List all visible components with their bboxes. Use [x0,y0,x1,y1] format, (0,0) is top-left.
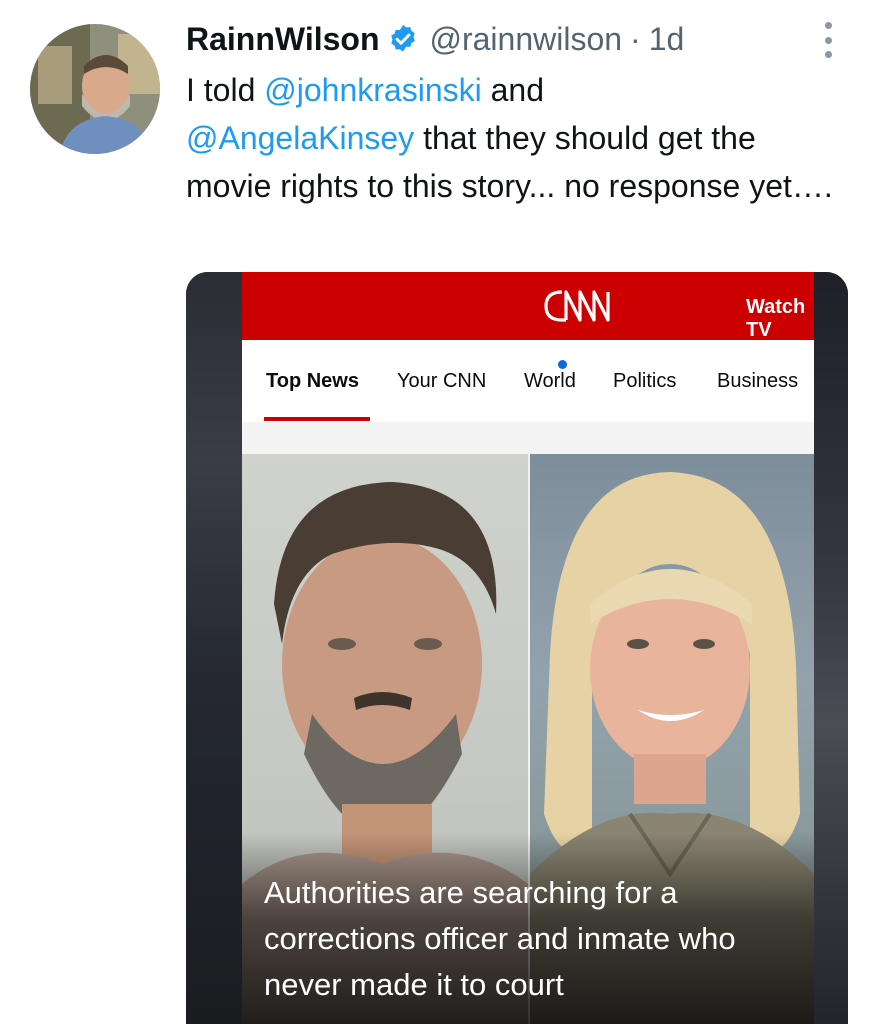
cnn-nav: Top News Your CNN World Politics Busines… [242,340,814,423]
tweet-text-part: I told [186,72,265,108]
photo-background-right [814,272,848,1024]
handle[interactable]: @rainnwilson [429,21,622,58]
tweet-text-part: and [481,72,544,108]
notification-dot [558,360,567,369]
watch-tv-link: Watch TV [746,296,806,341]
cnn-logo [540,284,618,328]
cnn-header-bar: Watch TV [242,272,814,341]
nav-item-business: Business [717,370,799,392]
more-dot [824,22,832,29]
photo-credit [790,462,804,622]
more-dot [824,36,832,44]
timestamp[interactable]: 1d [649,21,685,58]
nav-item-world: World [524,370,576,392]
nav-item-top-news: Top News [266,370,359,392]
nav-spacer [242,422,814,454]
photo-background-left [186,272,242,1024]
more-options-icon[interactable] [818,22,838,58]
tweet-text: I told @johnkrasinski and @AngelaKinsey … [186,66,846,210]
active-tab-underline [264,417,370,421]
verified-badge-icon [387,23,419,55]
tweet-header: RainnWilson @rainnwilson · 1d [186,16,684,62]
tweet-media[interactable]: Watch TV Top News Your CNN World Politic… [186,272,848,1024]
mention-angelakinsey[interactable]: @AngelaKinsey [186,120,414,156]
article-headline: Authorities are searching for a correcti… [264,875,736,1002]
separator: · [630,20,641,57]
more-dot [824,51,832,58]
display-name[interactable]: RainnWilson [186,21,379,58]
avatar[interactable] [30,24,160,154]
nav-item-politics: Politics [613,370,677,392]
nav-item-your-cnn: Your CNN [397,370,487,392]
mention-johnkrasinski[interactable]: @johnkrasinski [264,72,481,108]
